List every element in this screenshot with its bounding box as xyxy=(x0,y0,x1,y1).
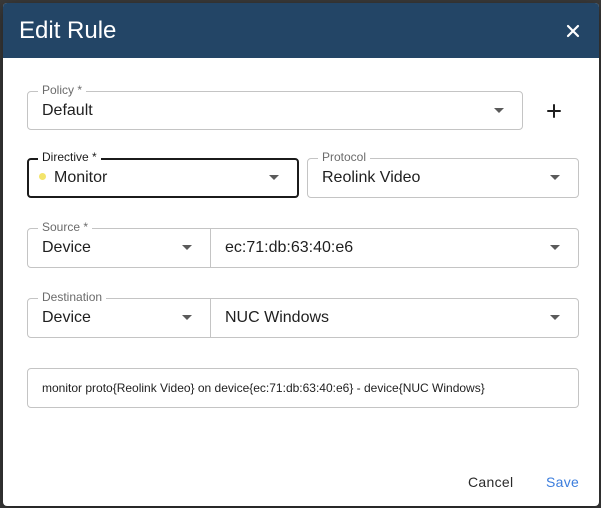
directive-value: Monitor xyxy=(54,169,108,186)
plus-icon[interactable] xyxy=(542,99,566,123)
source-type-select[interactable]: Source * Device xyxy=(27,220,211,268)
rule-text-field[interactable]: monitor proto{Reolink Video} on device{e… xyxy=(27,368,579,408)
chevron-down-icon xyxy=(550,175,560,180)
source-label: Source * xyxy=(38,220,93,234)
destination-value-select[interactable]: NUC Windows xyxy=(210,298,579,338)
close-icon[interactable] xyxy=(561,19,585,43)
dialog-title: Edit Rule xyxy=(19,17,117,44)
protocol-select[interactable]: Protocol Reolink Video xyxy=(307,150,579,198)
source-type-value: Device xyxy=(42,239,91,256)
chevron-down-icon xyxy=(182,245,192,250)
edit-rule-dialog: Edit Rule Policy * Default Directive * M… xyxy=(3,3,599,506)
destination-label: Destination xyxy=(38,290,107,304)
directive-value-wrap: Monitor xyxy=(29,169,107,187)
status-dot-icon xyxy=(39,173,46,181)
save-button[interactable]: Save xyxy=(540,471,585,493)
source-value-select[interactable]: ec:71:db:63:40:e6 xyxy=(210,228,579,268)
destination-type-value: Device xyxy=(42,309,91,326)
protocol-label: Protocol xyxy=(318,150,371,164)
chevron-down-icon xyxy=(550,245,560,250)
policy-value: Default xyxy=(42,101,93,119)
destination-value: NUC Windows xyxy=(225,309,330,326)
chevron-down-icon xyxy=(269,175,279,180)
chevron-down-icon xyxy=(494,107,504,113)
directive-label: Directive * xyxy=(38,150,101,164)
source-value: ec:71:db:63:40:e6 xyxy=(225,239,354,256)
chevron-down-icon xyxy=(182,315,192,320)
protocol-value: Reolink Video xyxy=(322,169,421,186)
dialog-header: Edit Rule xyxy=(3,3,599,58)
policy-select[interactable]: Policy * Default xyxy=(27,83,523,130)
cancel-button[interactable]: Cancel xyxy=(462,471,519,493)
chevron-down-icon xyxy=(550,315,560,320)
policy-label: Policy * xyxy=(38,83,87,97)
destination-type-select[interactable]: Destination Device xyxy=(27,290,211,338)
directive-select[interactable]: Directive * Monitor xyxy=(27,150,299,198)
rule-text: monitor proto{Reolink Video} on device{e… xyxy=(42,381,485,395)
